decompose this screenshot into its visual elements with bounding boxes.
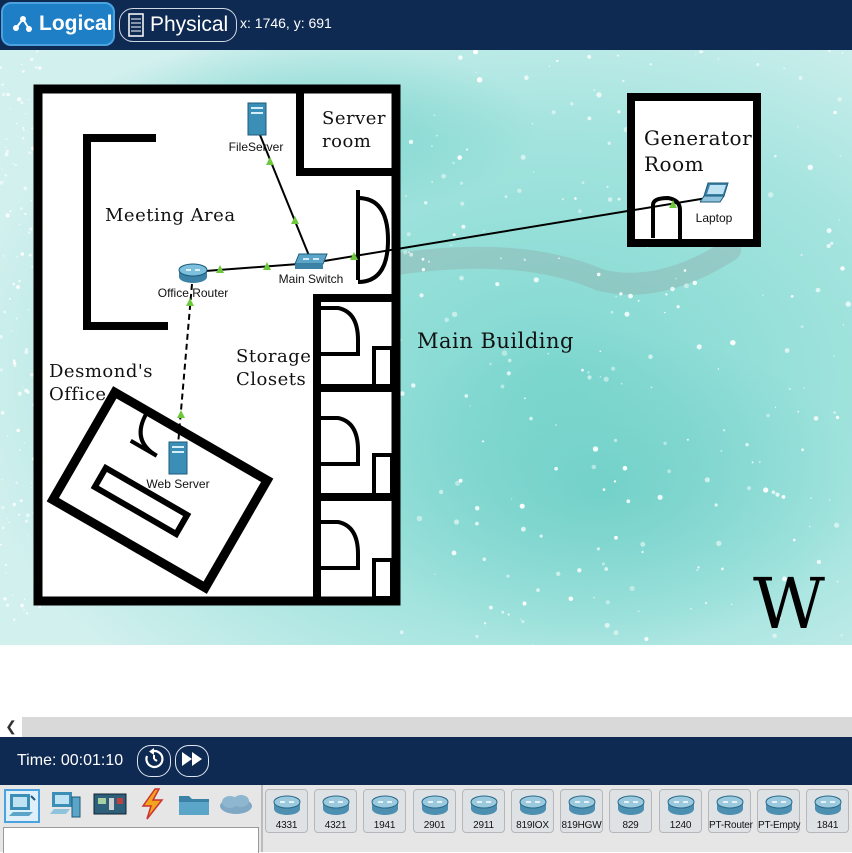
category-end-devices[interactable] — [48, 789, 84, 823]
device-label-laptop: Laptop — [695, 211, 733, 225]
router-model-tile[interactable]: 1841 — [806, 789, 849, 833]
folder-icon — [177, 791, 211, 822]
network-devices-icon — [7, 790, 37, 823]
logical-topology-icon — [11, 13, 33, 35]
fast-forward-button[interactable] — [175, 745, 209, 777]
simulation-time: Time: 00:01:10 — [17, 752, 124, 769]
category-multiuser[interactable] — [218, 789, 254, 823]
device-web-server[interactable] — [168, 441, 188, 480]
device-label-web-server: Web Server — [146, 477, 210, 491]
router-model-label: 1941 — [373, 820, 396, 831]
router-model-label: 2911 — [473, 820, 494, 831]
router-model-label: 819IOX — [516, 820, 549, 831]
router-model-label: PT-Empty — [758, 820, 801, 831]
device-label-office-router: Office Router — [157, 286, 229, 300]
laptop-icon — [699, 182, 730, 208]
physical-rack-icon — [128, 13, 144, 37]
router-model-label: 829 — [622, 820, 639, 831]
cursor-coordinates: x: 1746, y: 691 — [240, 15, 332, 31]
router-model-tile[interactable]: 4321 — [314, 789, 357, 833]
device-subcategory-panel — [3, 827, 259, 853]
router-model-tile[interactable]: 819IOX — [511, 789, 554, 833]
device-category-bar — [0, 785, 262, 827]
device-laptop[interactable] — [699, 182, 730, 209]
server-icon — [247, 102, 267, 140]
router-model-tile[interactable]: 4331 — [265, 789, 308, 833]
end-devices-icon — [50, 789, 82, 824]
room-label-desmonds-office: Desmond's Office — [49, 361, 154, 405]
horizontal-scrollbar[interactable]: ❮ — [0, 717, 852, 737]
reset-icon — [143, 747, 165, 775]
top-toolbar: Logical Physical x: 1746, y: 691 — [0, 0, 852, 50]
room-label-generator-room: Generator Room — [644, 126, 753, 176]
router-model-tile[interactable]: 2911 — [462, 789, 505, 833]
category-miscellaneous[interactable] — [176, 789, 212, 823]
tab-logical[interactable]: Logical — [1, 2, 115, 46]
device-label-main-switch: Main Switch — [278, 272, 344, 286]
palette-divider — [261, 785, 263, 852]
device-label-fileserver: FileServer — [228, 140, 284, 154]
reset-time-button[interactable] — [137, 745, 171, 777]
router-model-label: 819HGW — [561, 820, 602, 831]
device-palette: 4331 4321 1941 2901 2911 819IOX 819HGW 829 1240 P… — [0, 785, 852, 853]
room-label-main-building: Main Building — [417, 329, 574, 353]
device-fileserver[interactable] — [247, 102, 267, 141]
room-label-meeting-area: Meeting Area — [105, 205, 236, 226]
router-model-label: 1841 — [816, 820, 839, 831]
router-model-label: 4331 — [275, 820, 298, 831]
category-network-devices[interactable] — [4, 789, 40, 823]
logical-workspace[interactable]: W Server room Meeting Area Storage Closets… — [0, 50, 852, 717]
category-connections[interactable] — [134, 787, 170, 825]
tab-physical-label: Physical — [150, 13, 229, 36]
router-model-tile[interactable]: 1941 — [363, 789, 406, 833]
category-components[interactable] — [92, 789, 128, 823]
router-model-tile[interactable]: PT-Empty — [757, 789, 800, 833]
router-model-tile[interactable]: 2901 — [413, 789, 456, 833]
device-office-router[interactable] — [177, 262, 209, 289]
tab-logical-label: Logical — [39, 12, 113, 35]
router-model-tile[interactable]: PT-Router — [708, 789, 753, 833]
scroll-left-arrow-icon[interactable]: ❮ — [0, 717, 22, 737]
room-label-storage-closets: Storage Closets — [236, 346, 312, 390]
fast-forward-icon — [181, 751, 203, 772]
router-model-label: 4321 — [324, 820, 347, 831]
router-model-label: PT-Router — [709, 820, 753, 831]
router-model-tile[interactable]: 819HGW — [560, 789, 603, 833]
router-model-tile[interactable]: 1240 — [659, 789, 702, 833]
connections-icon — [137, 787, 167, 825]
watermark-logo: W — [753, 563, 825, 645]
components-icon — [93, 791, 127, 822]
room-label-server-room: Server room — [322, 108, 387, 152]
router-model-label: 2901 — [423, 820, 446, 831]
simulation-time-bar: Time: 00:01:10 — [0, 737, 852, 785]
multiuser-cloud-icon — [218, 792, 254, 821]
router-model-tile[interactable]: 829 — [609, 789, 652, 833]
tab-physical[interactable]: Physical — [119, 8, 237, 42]
router-model-label: 1240 — [669, 820, 692, 831]
